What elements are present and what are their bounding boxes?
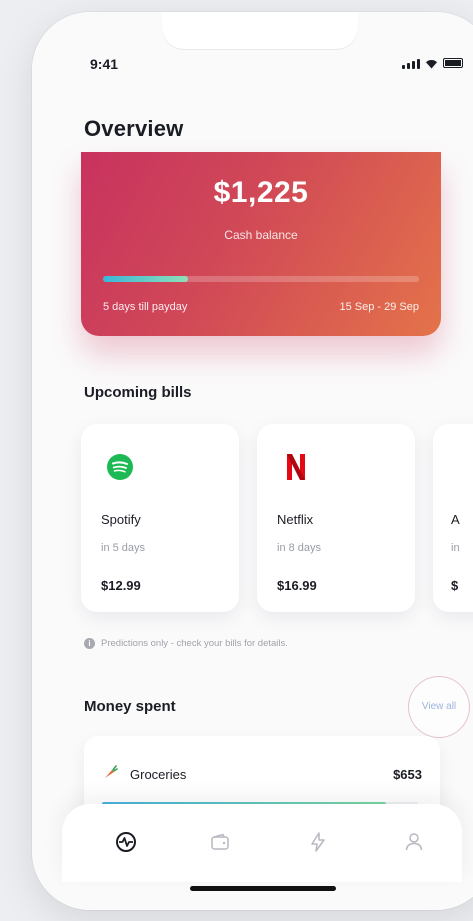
lightning-icon bbox=[311, 832, 325, 852]
tab-flash[interactable] bbox=[302, 826, 334, 858]
page-title: Overview bbox=[84, 116, 184, 141]
upcoming-bills-title: Upcoming bills bbox=[84, 384, 192, 401]
wifi-icon bbox=[426, 60, 437, 69]
bill-amount: $ bbox=[451, 578, 459, 593]
predictions-note: i Predictions only - check your bills fo… bbox=[84, 638, 288, 649]
note-text: Predictions only - check your bills for … bbox=[101, 638, 288, 649]
tab-activity[interactable] bbox=[110, 826, 142, 858]
signal-icon bbox=[402, 59, 420, 69]
activity-icon bbox=[116, 832, 136, 852]
carrot-icon bbox=[105, 765, 118, 778]
notch bbox=[162, 12, 358, 50]
netflix-icon bbox=[287, 454, 305, 480]
payday-text: 5 days till payday bbox=[103, 301, 188, 313]
wallet-icon bbox=[211, 833, 229, 850]
payday-progress-fill bbox=[103, 276, 189, 282]
spotify-icon bbox=[107, 454, 133, 480]
screen: 9:41 Overview $1,225 Cash balance 5 days… bbox=[32, 12, 473, 910]
cash-label: Cash balance bbox=[224, 228, 298, 242]
user-icon bbox=[405, 833, 423, 851]
info-icon: i bbox=[84, 638, 95, 649]
status-time: 9:41 bbox=[90, 56, 119, 72]
tab-wallet[interactable] bbox=[204, 826, 236, 858]
phone-frame: 9:41 Overview $1,225 Cash balance 5 days… bbox=[32, 12, 473, 910]
status-icons bbox=[402, 58, 463, 69]
cash-amount: $1,225 bbox=[213, 176, 309, 209]
home-indicator bbox=[190, 886, 336, 891]
category-amount: $653 bbox=[393, 767, 422, 782]
battery-icon bbox=[443, 58, 463, 68]
payday-progress-track bbox=[103, 276, 419, 282]
bill-due: in 8 days bbox=[277, 542, 322, 554]
money-spent-title: Money spent bbox=[84, 698, 176, 715]
bill-name: A bbox=[451, 512, 460, 527]
cash-balance-card[interactable]: $1,225 Cash balance 5 days till payday 1… bbox=[81, 152, 441, 336]
bill-card-partial[interactable]: A in $ bbox=[433, 424, 473, 612]
bill-due: in 5 days bbox=[101, 542, 146, 554]
category-name: Groceries bbox=[130, 767, 187, 782]
tab-bar bbox=[62, 804, 462, 882]
bill-amount: $16.99 bbox=[277, 578, 317, 593]
bill-due: in bbox=[451, 542, 460, 554]
bill-name: Netflix bbox=[277, 512, 314, 527]
bill-card-netflix[interactable]: Netflix in 8 days $16.99 bbox=[257, 424, 415, 612]
pay-period: 15 Sep - 29 Sep bbox=[339, 301, 419, 313]
bill-card-spotify[interactable]: Spotify in 5 days $12.99 bbox=[81, 424, 239, 612]
bills-carousel[interactable]: Spotify in 5 days $12.99 Netflix in 8 da… bbox=[81, 424, 473, 614]
tab-profile[interactable] bbox=[398, 826, 430, 858]
view-all-button[interactable]: View all bbox=[408, 676, 470, 738]
bill-amount: $12.99 bbox=[101, 578, 141, 593]
bill-name: Spotify bbox=[101, 512, 141, 527]
